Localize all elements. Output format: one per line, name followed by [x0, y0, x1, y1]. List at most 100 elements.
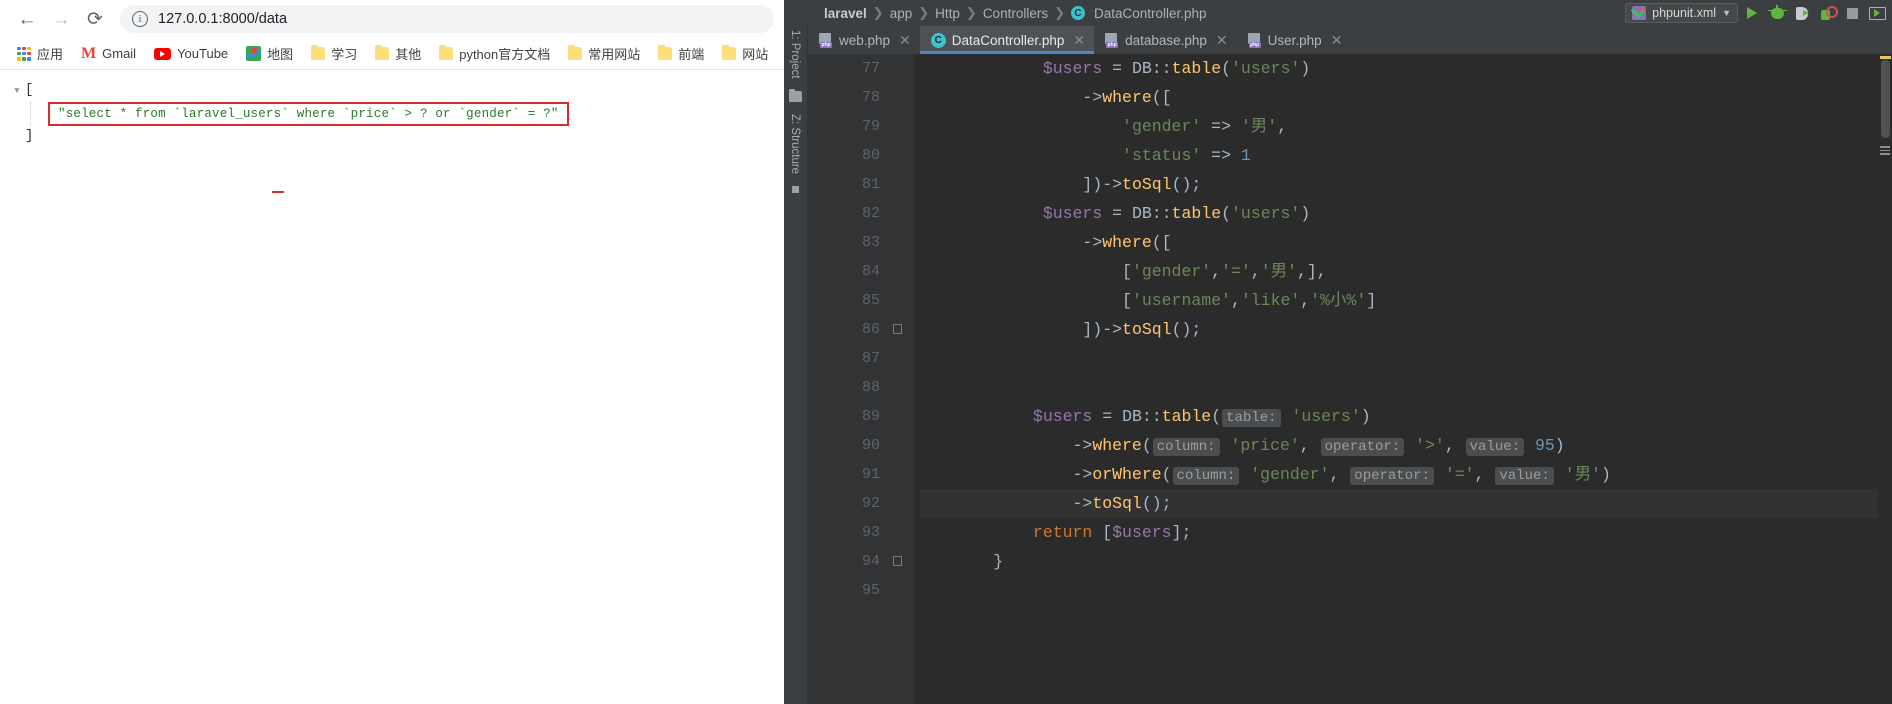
code-line[interactable]: ->orWhere(column: 'gender', operator: '=…	[920, 460, 1892, 489]
bookmark-apps[interactable]: 应用	[8, 41, 72, 67]
breadcrumb-item-project[interactable]: laravel	[820, 6, 871, 21]
code-line[interactable]: ->where([	[920, 83, 1892, 112]
text-cursor-marker	[272, 191, 284, 193]
code-fold-icon[interactable]	[893, 324, 902, 334]
code-line[interactable]: ->where(column: 'price', operator: '>', …	[920, 431, 1892, 460]
code-line[interactable]: ['username','like','%小%']	[920, 286, 1892, 315]
code-line[interactable]: ['gender','=','男',],	[920, 257, 1892, 286]
close-icon[interactable]: ✕	[1073, 33, 1085, 47]
bookmark-folder-common-sites[interactable]: 常用网站	[559, 41, 649, 67]
tab-database-php[interactable]: php database.php ✕	[1094, 26, 1237, 54]
tool-window-project[interactable]: 1: Project	[789, 26, 801, 83]
reload-icon[interactable]: ⟳	[78, 2, 112, 36]
run-with-profiler-button[interactable]	[1791, 2, 1813, 24]
bookmark-youtube[interactable]: YouTube	[145, 41, 237, 67]
code-line[interactable]: }	[920, 547, 1892, 576]
tool-window-structure[interactable]: Z: Structure	[789, 110, 801, 178]
json-response-view: ▼ [ "select * from `laravel_users` where…	[0, 70, 784, 704]
code-line[interactable]: ->toSql();	[920, 489, 1892, 518]
chevron-down-icon[interactable]: ▼	[1722, 8, 1731, 18]
code-line[interactable]: $users = DB::table('users')	[920, 54, 1892, 83]
line-number: 93	[861, 524, 880, 541]
address-bar[interactable]: i 127.0.0.1:8000/data	[120, 5, 774, 33]
stop-square-icon	[1846, 7, 1858, 19]
code-line[interactable]: $users = DB::table(table: 'users')	[920, 402, 1892, 431]
breadcrumb-item-file[interactable]: DataController.php	[1090, 6, 1211, 21]
close-icon[interactable]: ✕	[1331, 33, 1343, 47]
run-button[interactable]	[1741, 2, 1763, 24]
tab-web-php[interactable]: php web.php ✕	[808, 26, 920, 54]
php-class-icon: C	[930, 32, 946, 48]
bookmark-folder-xuexi[interactable]: 学习	[302, 41, 366, 67]
structure-icon[interactable]	[792, 185, 799, 193]
line-number: 90	[861, 437, 880, 454]
forward-arrow-icon[interactable]: →	[44, 2, 78, 36]
play-icon	[1747, 7, 1757, 19]
code-editor[interactable]: 77 78 79 80 81 82 83 84 85 86 87 88 89 90 91 92 93 94 95 $…	[808, 54, 1892, 704]
breadcrumb-item-http[interactable]: Http	[931, 6, 964, 21]
debug-button[interactable]	[1766, 2, 1788, 24]
line-number: 89	[861, 408, 880, 425]
json-close-row: ]	[0, 128, 784, 144]
bookmark-folder-qita[interactable]: 其他	[366, 41, 430, 67]
bookmark-folder-website[interactable]: 网站	[713, 41, 777, 67]
bookmark-label: 常用网站	[588, 47, 641, 62]
code-line[interactable]: $users = DB::table('users')	[920, 199, 1892, 228]
scrollbar-warning-marker[interactable]	[1880, 56, 1891, 59]
bookmark-gmail[interactable]: M Gmail	[72, 41, 145, 67]
project-folder-icon[interactable]	[789, 88, 802, 102]
code-line[interactable]: 'status' => 1	[920, 141, 1892, 170]
terminal-button[interactable]	[1866, 2, 1888, 24]
folder-icon	[311, 45, 326, 60]
code-line[interactable]	[920, 373, 1892, 402]
run-configuration-selector[interactable]: phpunit.xml ▼	[1625, 3, 1738, 23]
line-number: 84	[861, 263, 880, 280]
tab-datacontroller-php[interactable]: C DataController.php ✕	[919, 26, 1095, 54]
php-class-icon: C	[1071, 6, 1085, 20]
code-fold-icon[interactable]	[893, 556, 902, 566]
scrollbar-menu-icon[interactable]	[1880, 146, 1890, 155]
tab-label: database.php	[1125, 32, 1207, 48]
stop-button[interactable]	[1841, 2, 1863, 24]
code-line[interactable]: 'gender' => '男',	[920, 112, 1892, 141]
code-line[interactable]: return [$users];	[920, 518, 1892, 547]
code-line[interactable]	[920, 344, 1892, 373]
editor-scrollbar[interactable]	[1878, 54, 1892, 704]
bookmark-maps[interactable]: 地图	[237, 41, 302, 67]
bookmark-label: 其他	[395, 47, 422, 62]
breadcrumb-item-app[interactable]: app	[886, 6, 917, 21]
code-line[interactable]: ])->toSql();	[920, 170, 1892, 199]
close-icon[interactable]: ✕	[1216, 33, 1228, 47]
bookmark-folder-frontend[interactable]: 前端	[649, 41, 713, 67]
code-line[interactable]	[920, 576, 1892, 605]
folder-icon	[658, 45, 673, 60]
editor-gutter[interactable]: 77 78 79 80 81 82 83 84 85 86 87 88 89 90 91 92 93 94 95	[808, 54, 914, 704]
code-line[interactable]: ])->toSql();	[920, 315, 1892, 344]
bookmark-label: YouTube	[177, 46, 229, 61]
scrollbar-thumb[interactable]	[1881, 60, 1890, 138]
collapse-triangle-icon[interactable]: ▼	[9, 82, 25, 101]
left-tool-window-strip: 1: Project Z: Structure	[784, 26, 808, 704]
page-info-icon[interactable]: i	[132, 11, 148, 27]
back-arrow-icon[interactable]: ←	[10, 2, 44, 36]
code-line[interactable]: ->where([	[920, 228, 1892, 257]
line-number: 77	[861, 60, 880, 77]
tab-user-php[interactable]: php User.php ✕	[1236, 26, 1352, 54]
line-number: 87	[861, 350, 880, 367]
close-icon[interactable]: ✕	[899, 33, 911, 47]
ide-run-toolbar: phpunit.xml ▼	[1625, 0, 1888, 26]
bookmark-folder-python-docs[interactable]: python官方文档	[430, 41, 559, 67]
run-configuration-name: phpunit.xml	[1652, 6, 1717, 20]
editor-code-area[interactable]: $users = DB::table('users') ->where([ 'g…	[914, 54, 1892, 704]
breadcrumb-separator-icon: ❯	[872, 5, 884, 20]
bookmark-label: 应用	[37, 47, 64, 62]
breadcrumb-separator-icon: ❯	[1054, 5, 1065, 20]
coverage-icon	[1820, 5, 1838, 20]
profiler-icon	[1796, 6, 1809, 20]
bug-icon	[1767, 4, 1787, 19]
bookmark-label: 地图	[267, 47, 294, 62]
ide-navigation-bar: laravel ❯ app ❯ Http ❯ Controllers ❯ C D…	[784, 0, 1892, 26]
browser-toolbar: ← → ⟳ i 127.0.0.1:8000/data	[0, 0, 784, 38]
run-with-coverage-button[interactable]	[1816, 2, 1838, 24]
breadcrumb-item-controllers[interactable]: Controllers	[979, 6, 1052, 21]
